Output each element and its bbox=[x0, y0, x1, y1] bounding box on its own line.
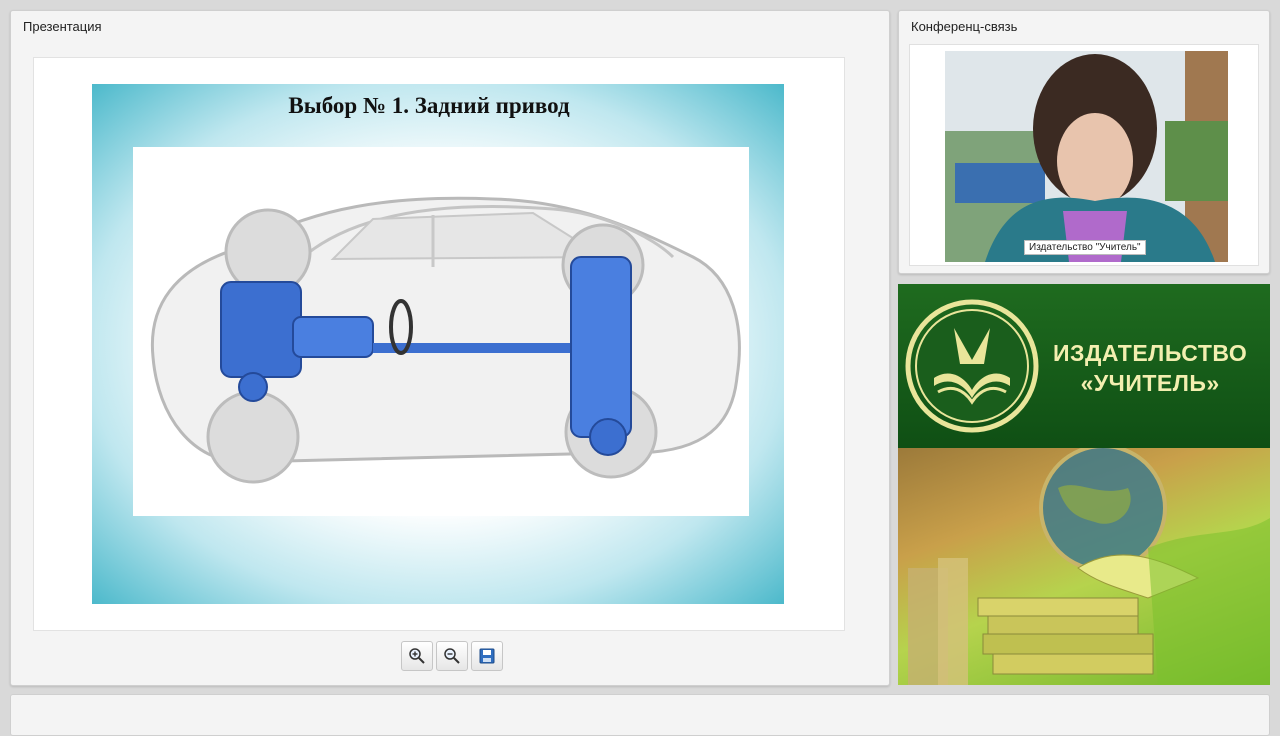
publisher-name: ИЗДАТЕЛЬСТВО «УЧИТЕЛЬ» bbox=[1053, 338, 1247, 398]
zoom-out-button[interactable] bbox=[436, 641, 468, 671]
banner-books-image bbox=[898, 444, 1270, 685]
presentation-panel: Презентация Выбор № 1. Задний привод bbox=[10, 10, 890, 686]
presentation-panel-title: Презентация bbox=[23, 19, 102, 34]
publisher-name-line2: «УЧИТЕЛЬ» bbox=[1080, 370, 1220, 396]
video-frame: Издательство "Учитель" bbox=[909, 44, 1259, 266]
zoom-in-button[interactable] bbox=[401, 641, 433, 671]
publisher-banner: ИЗДАТЕЛЬСТВО «УЧИТЕЛЬ» bbox=[898, 284, 1270, 685]
webcam-video[interactable]: Издательство "Учитель" bbox=[945, 51, 1228, 262]
car-drivetrain-image bbox=[133, 147, 749, 516]
publisher-name-line1: ИЗДАТЕЛЬСТВО bbox=[1053, 340, 1248, 366]
slide-toolbar bbox=[401, 641, 503, 671]
publisher-logo bbox=[905, 299, 1039, 433]
slide-frame: Выбор № 1. Задний привод bbox=[33, 57, 845, 631]
conference-panel-title: Конференц-связь bbox=[911, 19, 1018, 34]
bottom-panel bbox=[10, 694, 1270, 736]
banner-header: ИЗДАТЕЛЬСТВО «УЧИТЕЛЬ» bbox=[898, 284, 1270, 448]
save-icon bbox=[479, 648, 495, 664]
video-caption: Издательство "Учитель" bbox=[1024, 240, 1146, 255]
slide: Выбор № 1. Задний привод bbox=[92, 84, 784, 604]
conference-panel: Конференц-связь Издательство "Учитель" bbox=[898, 10, 1270, 274]
zoom-in-icon bbox=[409, 648, 425, 664]
save-button[interactable] bbox=[471, 641, 503, 671]
slide-title: Выбор № 1. Задний привод bbox=[288, 93, 570, 118]
zoom-out-icon bbox=[444, 648, 460, 664]
